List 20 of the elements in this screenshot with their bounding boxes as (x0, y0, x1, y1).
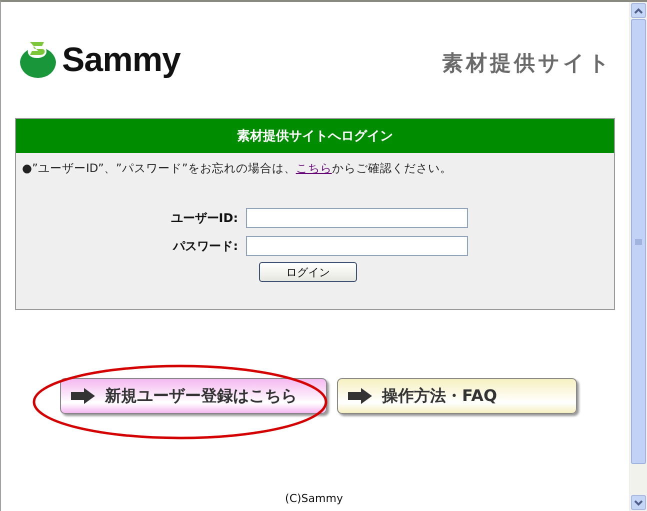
login-button[interactable]: ログイン (259, 262, 357, 282)
nav-button[interactable]: 新規ユーザー登録はこちら (60, 378, 327, 414)
scroll-up-icon (634, 8, 643, 14)
input-field[interactable] (246, 236, 468, 256)
scroll-down-icon (634, 500, 643, 506)
field-label: ユーザーID: (170, 210, 238, 226)
arrow-icon (348, 388, 372, 404)
field-label: パスワード: (172, 238, 238, 254)
site-title: 素材提供サイト (442, 50, 613, 77)
nav-button[interactable]: 操作方法・FAQ (337, 378, 577, 414)
scrollbar[interactable] (629, 2, 647, 511)
logo-text: Sammy (62, 40, 180, 80)
panel-title: 素材提供サイトへログイン (16, 119, 614, 153)
copyright-text: (C)Sammy (284, 492, 344, 505)
notice-text: ●”ユーザーID”、”パスワード”をお忘れの場合は、こちら からご確認ください。 (21, 160, 453, 177)
logo-icon (18, 40, 58, 80)
arrow-icon (71, 388, 95, 404)
help-link[interactable]: こちら (296, 161, 332, 175)
grip-icon (635, 238, 642, 244)
input-field[interactable] (246, 208, 468, 228)
